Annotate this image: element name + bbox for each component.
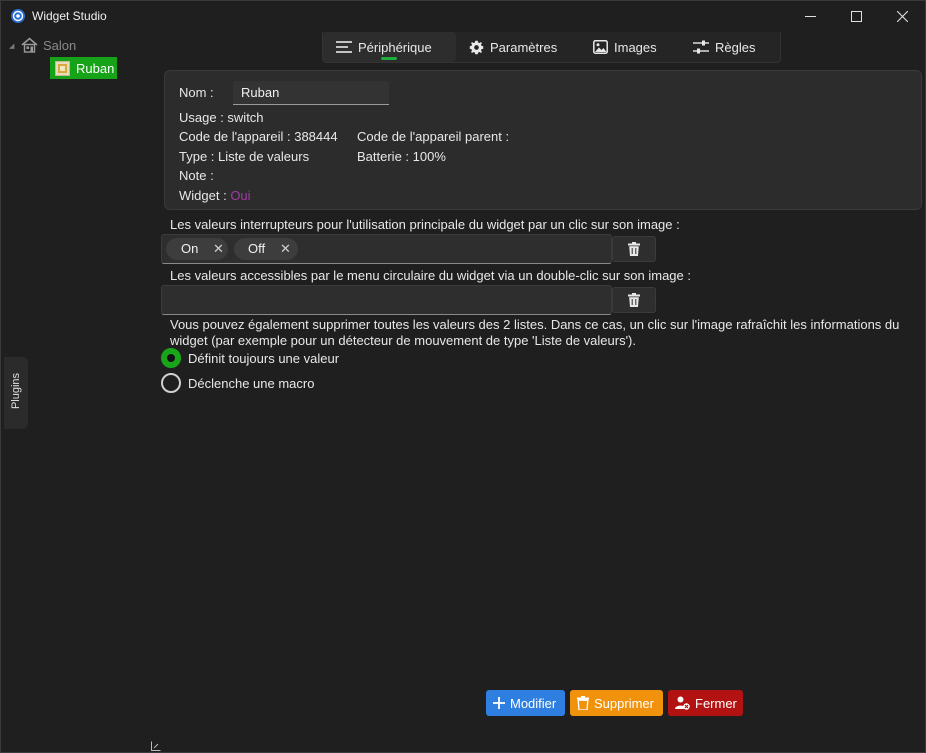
clear-switch-values-button[interactable] — [612, 236, 656, 262]
tab-label: Périphérique — [358, 39, 432, 55]
menu-values-description: Les valeurs accessibles par le menu circ… — [170, 268, 691, 283]
menu-lines-icon — [336, 41, 352, 53]
widget-value: Oui — [230, 188, 251, 203]
active-tab-indicator — [381, 57, 397, 60]
modify-button[interactable]: Modifier — [486, 690, 565, 716]
minimize-icon — [804, 16, 816, 17]
radio-unchecked-icon[interactable] — [161, 373, 181, 393]
tab-parametres[interactable]: Paramètres — [469, 32, 557, 62]
tab-regles[interactable]: Règles — [693, 32, 755, 62]
trash-icon — [628, 242, 640, 256]
parent-code-text: Code de l'appareil parent : — [357, 129, 510, 144]
clear-menu-values-button[interactable] — [612, 287, 656, 313]
widget-status: Widget : Oui — [179, 188, 251, 203]
option-label: Définit toujours une valeur — [188, 350, 340, 366]
house-icon — [21, 37, 38, 53]
switch-values-description: Les valeurs interrupteurs pour l'utilisa… — [170, 217, 680, 232]
option-always-set-value[interactable]: Définit toujours une valeur — [161, 348, 339, 368]
maximize-icon — [850, 11, 862, 22]
device-icon — [55, 60, 70, 76]
delete-button[interactable]: Supprimer — [570, 690, 663, 716]
type-text: Type : Liste de valeurs — [179, 149, 310, 164]
tab-label: Images — [614, 39, 657, 55]
tab-label: Règles — [715, 39, 756, 55]
chip-label: Off — [248, 241, 266, 256]
title-bar: Widget Studio — [1, 1, 925, 32]
collapse-caret-icon[interactable]: ◢ — [9, 42, 21, 50]
device-info-card: Nom : Ruban Usage : switch Code de l'app… — [164, 70, 922, 210]
resize-grip-icon[interactable] — [151, 741, 161, 751]
chip-remove-icon[interactable]: ✕ — [213, 241, 224, 257]
value-chip-on[interactable]: On ✕ — [166, 238, 228, 260]
name-field[interactable]: Ruban — [233, 81, 389, 105]
plus-icon — [493, 697, 505, 709]
tree-node-salon[interactable]: ◢ Salon — [9, 37, 76, 53]
note-text: Note : — [179, 168, 214, 183]
close-window-button[interactable] — [879, 1, 925, 32]
switch-values-field[interactable]: On ✕ Off ✕ — [161, 234, 612, 264]
app-logo-icon — [11, 9, 25, 23]
tab-images[interactable]: Images — [593, 32, 657, 62]
app-window: Widget Studio ◢ Salon Ruban Plugins Péri… — [0, 0, 926, 753]
window-title: Widget Studio — [32, 9, 107, 23]
plugins-tab-label: Plugins — [10, 372, 22, 410]
minimize-button[interactable] — [787, 1, 833, 32]
info-text: Vous pouvez également supprimer toutes l… — [170, 317, 900, 348]
tab-label: Paramètres — [490, 39, 558, 55]
close-icon — [896, 11, 908, 22]
option-trigger-macro[interactable]: Déclenche une macro — [161, 373, 314, 393]
close-button[interactable]: Fermer — [668, 690, 743, 716]
option-label: Déclenche une macro — [188, 375, 315, 391]
value-chip-off[interactable]: Off ✕ — [234, 238, 298, 260]
gear-icon — [469, 40, 484, 54]
name-label: Nom : — [179, 85, 214, 100]
radio-checked-icon[interactable] — [161, 348, 181, 368]
name-field-value: Ruban — [241, 85, 280, 100]
image-icon — [593, 40, 608, 54]
trash-icon — [628, 293, 640, 307]
tree-node-ruban[interactable]: Ruban — [50, 57, 117, 79]
close-button-label: Fermer — [695, 695, 737, 711]
tab-bar: Périphérique Paramètres Images Règles — [322, 32, 781, 63]
delete-button-label: Supprimer — [594, 695, 654, 711]
tree-node-label: Ruban — [76, 60, 115, 76]
widget-label: Widget : — [179, 188, 227, 203]
tab-peripherique[interactable]: Périphérique — [323, 32, 456, 62]
user-remove-icon — [675, 696, 690, 710]
plugins-side-tab[interactable]: Plugins — [4, 357, 28, 429]
usage-text: Usage : switch — [179, 110, 264, 125]
device-code-text: Code de l'appareil : 388444 — [179, 129, 338, 144]
sliders-icon — [693, 40, 709, 54]
chip-label: On — [181, 241, 199, 256]
modify-button-label: Modifier — [510, 695, 557, 711]
tree-node-label: Salon — [43, 37, 77, 53]
trash-icon — [577, 696, 589, 710]
chip-remove-icon[interactable]: ✕ — [280, 241, 291, 257]
maximize-button[interactable] — [833, 1, 879, 32]
battery-text: Batterie : 100% — [357, 149, 446, 164]
menu-values-field[interactable] — [161, 285, 612, 315]
